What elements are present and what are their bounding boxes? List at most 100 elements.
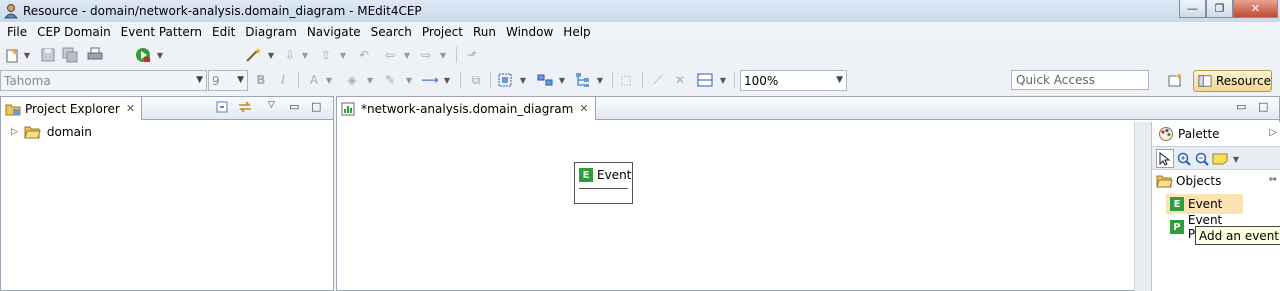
layout-icon[interactable] (574, 71, 592, 89)
drawer-pin-icon[interactable]: ⇔ (1269, 174, 1277, 185)
maximize-editor-icon[interactable]: □ (1258, 100, 1268, 113)
zoom-value: 100% (744, 73, 779, 88)
wand-dropdown-icon[interactable]: ▼ (266, 46, 276, 64)
line-color-icon[interactable]: ✎ (382, 71, 398, 89)
zoom-in-icon[interactable] (1176, 150, 1192, 168)
font-color-button[interactable]: A (306, 71, 322, 89)
note-tool-icon[interactable] (1212, 150, 1228, 168)
menu-event-pattern[interactable]: Event Pattern (116, 25, 207, 39)
event-node-label: Event (597, 168, 632, 182)
minimize-editor-icon[interactable]: ▭ (1236, 100, 1246, 113)
back-dropdown-icon[interactable]: ▼ (402, 46, 412, 64)
arrange-dropdown-icon[interactable]: ▼ (557, 71, 567, 89)
zoom-out-icon[interactable] (1194, 150, 1210, 168)
next-annotation-icon[interactable]: ⇩ (282, 46, 298, 64)
forward-icon[interactable]: ⇨ (418, 46, 434, 64)
menu-edit[interactable]: Edit (207, 25, 240, 39)
expand-icon[interactable]: ▷ (11, 127, 18, 137)
close-tab-icon[interactable]: ✕ (126, 102, 135, 115)
project-explorer-icon (5, 104, 21, 115)
link-with-editor-icon[interactable] (237, 100, 253, 117)
minimize-button[interactable]: — (1179, 0, 1206, 18)
last-edit-icon[interactable]: ↶ (356, 46, 372, 64)
select-tool-icon[interactable] (1156, 149, 1174, 168)
copy-appearance-icon[interactable]: ⧉ (468, 71, 484, 89)
new-icon[interactable] (4, 46, 20, 64)
chevron-down-icon: ▼ (196, 75, 203, 85)
forward-dropdown-icon[interactable]: ▼ (438, 46, 448, 64)
note-dropdown-icon[interactable]: ▼ (1231, 150, 1241, 168)
select-all-icon[interactable] (496, 71, 514, 89)
line-style-dropdown-icon[interactable]: ▼ (442, 71, 452, 89)
font-family-value: Tahoma (4, 73, 51, 88)
tab-network-analysis-diagram[interactable]: *network-analysis.domain_diagram ✕ (337, 97, 596, 120)
select-dropdown-icon[interactable]: ▼ (518, 71, 528, 89)
event-node[interactable]: E Event (574, 162, 633, 204)
pin-editor-icon[interactable]: ⬏ (464, 46, 480, 64)
layout-dropdown-icon[interactable]: ▼ (595, 71, 605, 89)
bold-button[interactable]: B (254, 71, 268, 89)
menu-diagram[interactable]: Diagram (240, 25, 302, 39)
font-family-select[interactable]: Tahoma ▼ (0, 70, 207, 91)
arrange-icon[interactable] (536, 71, 554, 89)
close-window-button[interactable]: ✕ (1233, 0, 1278, 18)
view-menu-icon[interactable]: ▽ (268, 100, 275, 110)
quick-access-input[interactable]: Quick Access (1011, 70, 1149, 90)
menu-cep-domain[interactable]: CEP Domain (32, 25, 116, 39)
menu-navigate[interactable]: Navigate (302, 25, 366, 39)
group-icon[interactable]: ⬚ (618, 71, 634, 89)
palette-drawer-objects[interactable]: Objects ⇔ (1152, 171, 1280, 191)
menu-help[interactable]: Help (558, 25, 595, 39)
editor-tab-label: *network-analysis.domain_diagram (361, 101, 574, 116)
tree-item[interactable]: ▷ domain (11, 125, 92, 139)
route-icon[interactable] (696, 71, 714, 89)
perspective-label: Resource (1215, 74, 1271, 88)
resource-perspective-button[interactable]: Resource (1193, 70, 1272, 92)
back-icon[interactable]: ⇦ (382, 46, 398, 64)
tree-item-label: domain (46, 125, 92, 139)
tab-project-explorer[interactable]: Project Explorer ✕ (1, 97, 143, 120)
run-dropdown-icon[interactable]: ▼ (155, 46, 165, 64)
property-badge-icon: P (1170, 220, 1184, 234)
connector-icon[interactable]: ⟋ (650, 71, 666, 89)
close-tab-icon[interactable]: ✕ (579, 102, 588, 115)
wand-icon[interactable] (244, 46, 264, 64)
run-icon[interactable] (134, 46, 152, 64)
save-icon[interactable] (40, 46, 56, 64)
node-divider (579, 188, 628, 189)
next-annotation-dropdown-icon[interactable]: ▼ (300, 46, 310, 64)
remove-connector-icon[interactable]: ✕ (672, 71, 688, 89)
menu-window[interactable]: Window (501, 25, 558, 39)
line-style-icon[interactable]: ⟶ (420, 71, 440, 89)
zoom-select[interactable]: 100% ▼ (740, 70, 847, 91)
font-color-dropdown-icon[interactable]: ▼ (324, 71, 334, 89)
palette-collapse-icon[interactable]: ▷ (1269, 127, 1277, 138)
diagram-vertical-scrollbar[interactable] (1134, 122, 1151, 291)
prev-annotation-icon[interactable]: ⇧ (318, 46, 334, 64)
maximize-button[interactable]: ❐ (1206, 0, 1233, 18)
palette-drawer-label: Objects (1176, 174, 1222, 188)
diagram-toolbar: Tahoma ▼ 9 ▼ B I A ▼ ◈ ▼ ✎ ▼ ⟶ ▼ ⧉ ▼ ▼ ▼… (0, 67, 1280, 94)
collapse-all-icon[interactable] (215, 100, 229, 117)
line-color-dropdown-icon[interactable]: ▼ (404, 71, 414, 89)
new-dropdown-icon[interactable]: ▼ (22, 46, 32, 64)
menu-project[interactable]: Project (417, 25, 468, 39)
route-dropdown-icon[interactable]: ▼ (718, 71, 728, 89)
open-perspective-icon[interactable] (1166, 71, 1184, 89)
menu-file[interactable]: File (2, 25, 32, 39)
chevron-down-icon: ▼ (836, 75, 843, 85)
prev-annotation-dropdown-icon[interactable]: ▼ (338, 46, 348, 64)
save-all-icon[interactable] (62, 46, 78, 64)
menu-search[interactable]: Search (366, 25, 417, 39)
print-icon[interactable] (86, 46, 104, 64)
italic-button[interactable]: I (276, 71, 290, 89)
fill-color-dropdown-icon[interactable]: ▼ (365, 71, 375, 89)
menu-bar: File CEP Domain Event Pattern Edit Diagr… (0, 22, 1280, 42)
event-type-badge: E (579, 168, 593, 182)
minimize-view-icon[interactable]: ▭ (289, 100, 299, 113)
menu-run[interactable]: Run (468, 25, 501, 39)
fill-color-icon[interactable]: ◈ (344, 71, 360, 89)
palette-item-event[interactable]: E Event (1166, 194, 1243, 214)
font-size-select[interactable]: 9 ▼ (208, 70, 248, 91)
maximize-view-icon[interactable]: □ (311, 100, 321, 113)
